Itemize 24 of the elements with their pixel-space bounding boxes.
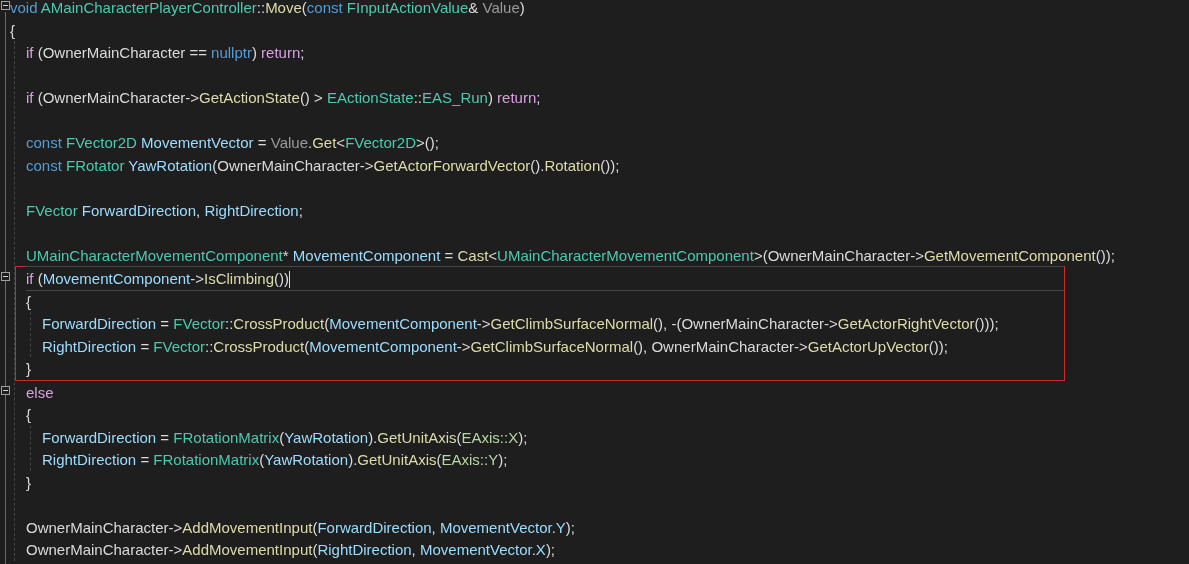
- text-cursor: [289, 271, 291, 289]
- code-line: OwnerMainCharacter->AddMovementInput(ForwardDirection, MovementVector.Y);: [26, 518, 576, 536]
- code-line: const FVector2D MovementVector = Value.Get<FVector2D>();: [26, 134, 439, 151]
- code-line: RightDirection = FRotationMatrix(YawRotation).GetUnitAxis(EAxis::Y);: [42, 451, 508, 468]
- collapse-icon[interactable]: [1, 385, 10, 395]
- code-line: ForwardDirection = FRotationMatrix(YawRotation).GetUnitAxis(EAxis::X);: [42, 428, 528, 446]
- code-line: }: [26, 473, 31, 491]
- code-line: {: [26, 406, 31, 423]
- code-line: else: [26, 383, 54, 401]
- code-line: if (OwnerMainCharacter == nullptr) return;: [26, 44, 305, 61]
- code-line: if (OwnerMainCharacter->GetActionState() > EActionState::EAS_Run) return;: [26, 89, 541, 106]
- code-line: if (MovementComponent->IsClimbing()): [26, 270, 290, 287]
- code-line: FVector ForwardDirection, RightDirection;: [26, 201, 303, 219]
- code-line: RightDirection = FVector::CrossProduct(MovementComponent->GetClimbSurfaceNormal(), OwnerMainCharacter->GetActorUpVector());: [42, 337, 948, 355]
- code-line: UMainCharacterMovementComponent* MovementComponent = Cast<UMainCharacterMovementComponent>(OwnerMainCharacter->GetMovementComponent());: [26, 246, 1115, 264]
- code-line: OwnerMainCharacter->AddMovementInput(RightDirection, MovementVector.X);: [26, 541, 556, 558]
- code-line: }: [26, 360, 31, 377]
- code-line: {: [26, 292, 31, 310]
- code-line: {: [10, 21, 15, 39]
- code-line: ForwardDirection = FVector::CrossProduct(MovementComponent->GetClimbSurfaceNormal(), -(OwnerMainCharacter->GetActorRightVector()));: [42, 315, 999, 332]
- code-line: void AMainCharacterPlayerController::Move(const FInputActionValue& Value): [10, 0, 525, 16]
- collapse-icon[interactable]: [1, 272, 10, 281]
- code-line: const FRotator YawRotation(OwnerMainCharacter->GetActorForwardVector().Rotation());: [26, 156, 620, 174]
- collapse-icon[interactable]: [1, 1, 10, 10]
